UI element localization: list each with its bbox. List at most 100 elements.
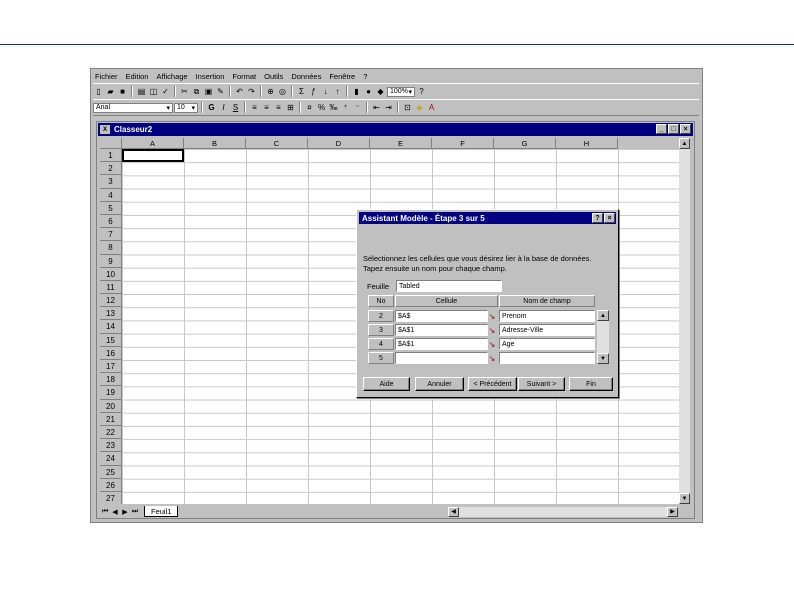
prev-sheet-icon[interactable]: ◀: [110, 507, 120, 516]
merge-center-icon[interactable]: ⊞: [285, 102, 296, 113]
row-header[interactable]: 5: [100, 201, 122, 215]
first-sheet-icon[interactable]: ⏮: [100, 507, 110, 516]
save-icon[interactable]: ■: [117, 86, 128, 97]
percent-icon[interactable]: %: [316, 102, 327, 113]
column-header[interactable]: D: [308, 138, 370, 149]
collapse-dialog-icon[interactable]: ↘: [487, 325, 497, 335]
row-header[interactable]: 17: [100, 360, 122, 374]
cut-icon[interactable]: ✂: [179, 86, 190, 97]
scroll-right-icon[interactable]: ▶: [667, 506, 678, 517]
row-header[interactable]: 19: [100, 386, 122, 400]
copy-icon[interactable]: ⧉: [191, 86, 202, 97]
finish-button[interactable]: Fin: [569, 377, 613, 391]
next-sheet-icon[interactable]: ▶: [120, 507, 130, 516]
menu-view[interactable]: Affichage: [154, 72, 189, 81]
row-header[interactable]: 4: [100, 188, 122, 202]
back-button[interactable]: < Précédent: [468, 377, 517, 391]
help-button[interactable]: Aide: [363, 377, 410, 391]
menu-window[interactable]: Fenêtre: [327, 72, 357, 81]
horizontal-scrollbar[interactable]: ◀ ▶: [448, 506, 678, 517]
cell-reference-field[interactable]: $A$1: [395, 338, 488, 350]
row-header[interactable]: 25: [100, 465, 122, 479]
row-header[interactable]: 26: [100, 478, 122, 492]
increase-decimal-icon[interactable]: ⁺: [340, 102, 351, 113]
increase-indent-icon[interactable]: ⇥: [383, 102, 394, 113]
help-icon[interactable]: ?: [592, 213, 603, 223]
cell-reference-field[interactable]: $A$: [395, 310, 488, 322]
paste-icon[interactable]: ▣: [203, 86, 214, 97]
menu-data[interactable]: Données: [289, 72, 323, 81]
sheet-field[interactable]: Tabled: [396, 280, 502, 292]
align-left-icon[interactable]: ≡: [249, 102, 260, 113]
font-select[interactable]: Arial ▾: [93, 102, 173, 113]
office-assistant-icon[interactable]: ?: [416, 86, 427, 97]
column-header[interactable]: C: [246, 138, 308, 149]
menu-file[interactable]: Fichier: [93, 72, 120, 81]
drawing-icon[interactable]: ◆: [375, 86, 386, 97]
row-header[interactable]: 1: [100, 149, 122, 163]
row-header[interactable]: 22: [100, 425, 122, 440]
row-header[interactable]: 15: [100, 333, 122, 347]
decrease-decimal-icon[interactable]: ⁻: [352, 102, 363, 113]
hyperlink-icon[interactable]: ⊕: [265, 86, 276, 97]
scroll-up-icon[interactable]: ▲: [679, 138, 690, 149]
next-button[interactable]: Suivant >: [518, 377, 565, 391]
collapse-dialog-icon[interactable]: ↘: [487, 311, 497, 321]
column-header[interactable]: G: [494, 138, 556, 149]
autosum-icon[interactable]: Σ: [296, 86, 307, 97]
field-name-input[interactable]: Age: [499, 338, 595, 350]
row-header[interactable]: 3: [100, 175, 122, 189]
menu-help[interactable]: ?: [361, 72, 369, 81]
row-header[interactable]: 8: [100, 241, 122, 255]
row-header[interactable]: 20: [100, 399, 122, 413]
column-header[interactable]: A: [122, 138, 184, 149]
field-name-input[interactable]: Prenom: [499, 310, 595, 322]
print-preview-icon[interactable]: ◫: [148, 86, 159, 97]
close-icon[interactable]: ×: [680, 124, 691, 134]
menu-format[interactable]: Format: [230, 72, 258, 81]
spelling-icon[interactable]: ✓: [160, 86, 171, 97]
scroll-up-icon[interactable]: ▲: [597, 310, 609, 321]
row-header[interactable]: 14: [100, 320, 122, 334]
menu-tools[interactable]: Outils: [262, 72, 285, 81]
redo-icon[interactable]: ↷: [246, 86, 257, 97]
sort-descending-icon[interactable]: ↑: [332, 86, 343, 97]
collapse-dialog-icon[interactable]: ↘: [487, 339, 497, 349]
decrease-indent-icon[interactable]: ⇤: [371, 102, 382, 113]
sort-ascending-icon[interactable]: ↓: [320, 86, 331, 97]
cancel-button[interactable]: Annuler: [415, 377, 464, 391]
align-center-icon[interactable]: ≡: [261, 102, 272, 113]
vertical-scrollbar[interactable]: ▲ ▼: [679, 138, 690, 504]
active-cell-a1[interactable]: [122, 149, 184, 162]
row-header[interactable]: 12: [100, 294, 122, 308]
menu-insert[interactable]: Insertion: [194, 72, 227, 81]
italic-icon[interactable]: I: [218, 102, 229, 113]
open-icon[interactable]: ▰: [105, 86, 116, 97]
scroll-left-icon[interactable]: ◀: [448, 506, 459, 517]
underline-icon[interactable]: S: [230, 102, 241, 113]
print-icon[interactable]: ▤: [136, 86, 147, 97]
last-sheet-icon[interactable]: ⏭: [130, 507, 140, 516]
field-name-input[interactable]: [499, 352, 595, 364]
row-header[interactable]: 16: [100, 346, 122, 360]
row-header[interactable]: 6: [100, 214, 122, 229]
sheet-tab[interactable]: Feuil1: [144, 506, 179, 517]
scroll-down-icon[interactable]: ▼: [679, 493, 690, 504]
row-header[interactable]: 7: [100, 228, 122, 242]
list-scrollbar[interactable]: ▲ ▼: [597, 310, 609, 364]
column-header[interactable]: B: [184, 138, 246, 149]
restore-icon[interactable]: □: [668, 124, 679, 134]
format-painter-icon[interactable]: ✎: [215, 86, 226, 97]
row-header[interactable]: 24: [100, 452, 122, 466]
web-toolbar-icon[interactable]: ◎: [277, 86, 288, 97]
workbook-title-bar[interactable]: X Classeur2 _ □ ×: [98, 123, 693, 136]
undo-icon[interactable]: ↶: [234, 86, 245, 97]
borders-icon[interactable]: ⊡: [402, 102, 413, 113]
font-color-icon[interactable]: A: [426, 102, 437, 113]
column-header[interactable]: H: [556, 138, 618, 149]
new-icon[interactable]: ▯: [93, 86, 104, 97]
currency-icon[interactable]: ¤: [304, 102, 315, 113]
select-all-corner[interactable]: [100, 138, 122, 149]
cell-reference-field[interactable]: [395, 352, 488, 364]
row-header[interactable]: 11: [100, 280, 122, 295]
